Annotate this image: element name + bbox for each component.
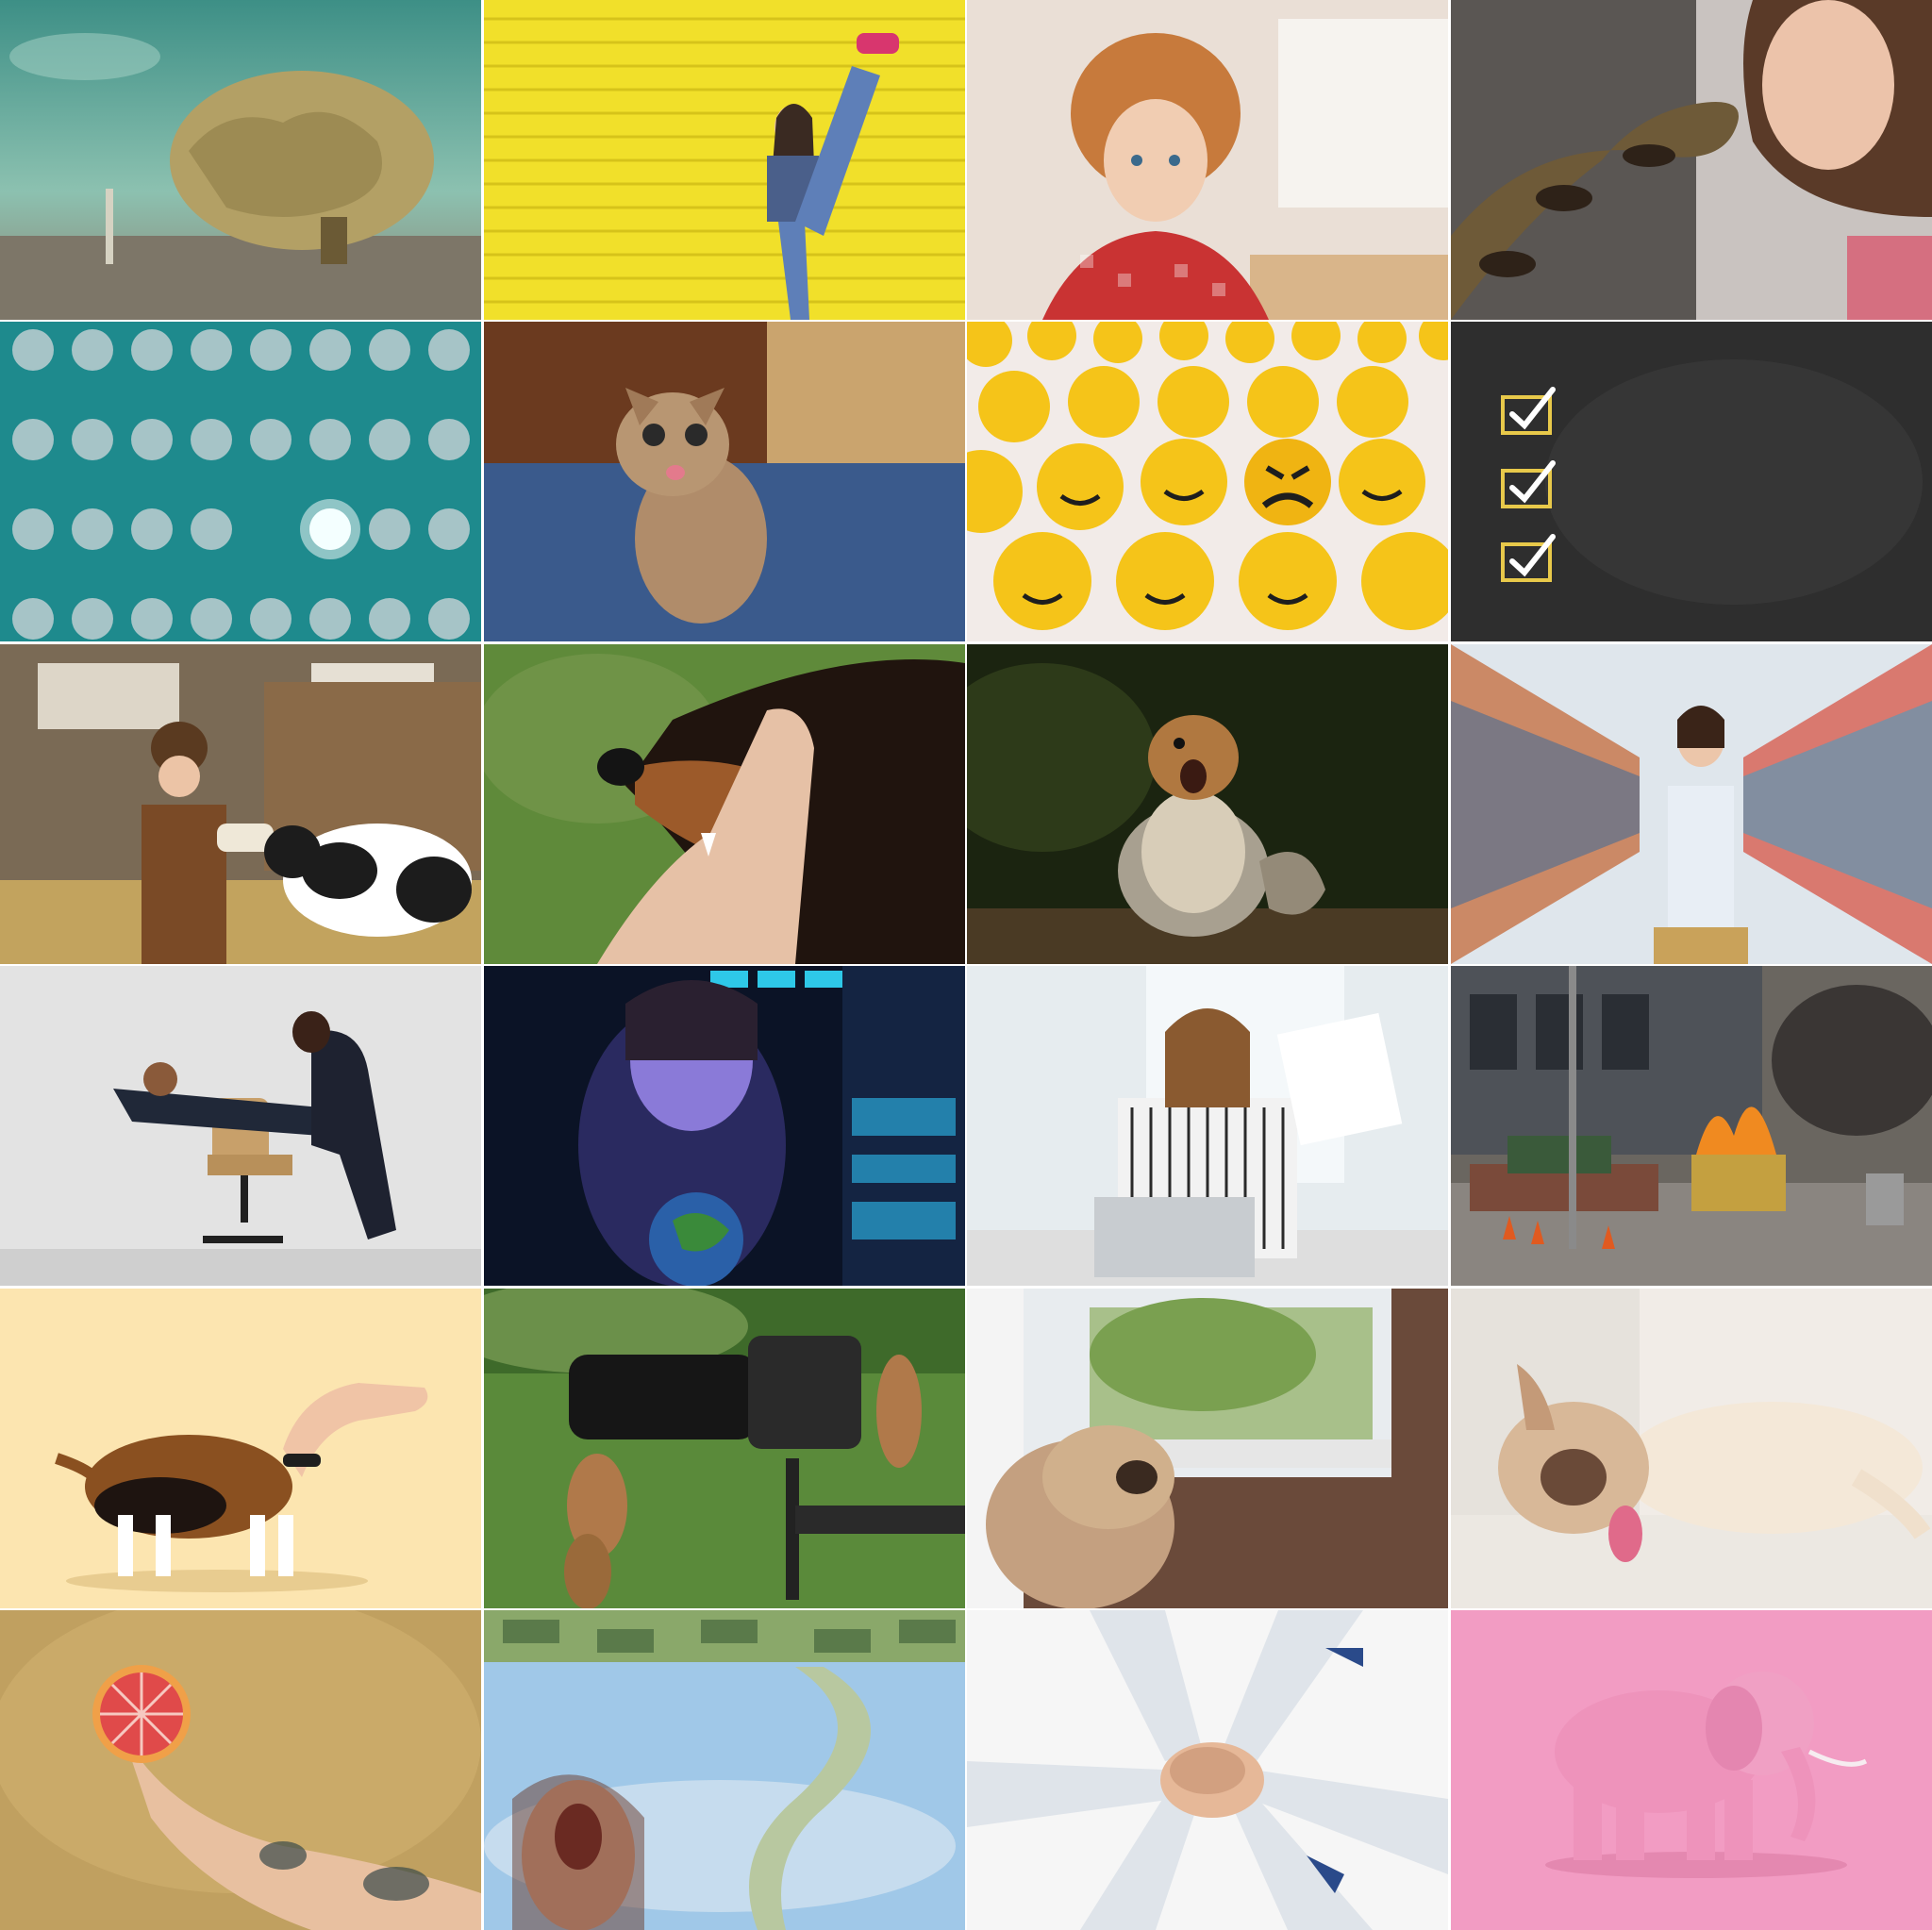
tile-pink-elephant xyxy=(1450,1609,1932,1930)
tile-dog-biting-thumb xyxy=(483,643,965,964)
tile-child-calf xyxy=(0,643,481,964)
tile-surprised-kitten xyxy=(483,322,965,642)
curly-child-photo xyxy=(967,0,1449,320)
emoji-balls-photo xyxy=(967,322,1449,642)
tile-supermarket-rush xyxy=(1450,643,1932,964)
tile-team-hands xyxy=(967,1609,1449,1930)
tile-shouting-squirrel xyxy=(967,643,1449,964)
girl-kick-photo xyxy=(483,0,965,320)
woman-python-photo xyxy=(1450,0,1932,320)
tile-beagle-hand xyxy=(0,1288,481,1608)
child-calf-photo xyxy=(0,643,481,964)
meditating-photo xyxy=(967,966,1449,1287)
tile-woman-python xyxy=(1450,0,1932,320)
tile-girl-kick-yellow xyxy=(483,0,965,320)
supermarket-photo xyxy=(1450,643,1932,964)
tile-meditating-office xyxy=(967,966,1449,1287)
tile-pug-window xyxy=(967,1288,1449,1608)
businessmen-photo xyxy=(0,966,481,1287)
photo-collage-grid xyxy=(0,0,1932,1930)
grapefruit-photo xyxy=(0,1609,481,1930)
tile-hand-grapefruit xyxy=(0,1609,481,1930)
tile-lightbulbs xyxy=(0,322,481,642)
dog-thumb-photo xyxy=(483,643,965,964)
bulldog-photo xyxy=(1450,1288,1932,1608)
chalkboard-photo xyxy=(1450,322,1932,642)
kitten-photo xyxy=(483,322,965,642)
tile-giant-brain xyxy=(0,0,481,320)
pink-elephant-photo xyxy=(1450,1609,1932,1930)
tile-emoji-balls xyxy=(967,322,1449,642)
tile-businessmen-chair xyxy=(0,966,481,1287)
squirrel-photo xyxy=(967,643,1449,964)
tile-money-tornado xyxy=(483,1609,965,1930)
data-screens-photo xyxy=(483,966,965,1287)
pug-window-photo xyxy=(967,1288,1449,1608)
tile-sleeping-bulldog xyxy=(1450,1288,1932,1608)
beagle-photo xyxy=(0,1288,481,1608)
dumpster-photo xyxy=(1450,966,1932,1287)
tile-curly-child xyxy=(967,0,1449,320)
tile-chalkboard-checks xyxy=(1450,322,1932,642)
tile-squirrels-camera xyxy=(483,1288,965,1608)
squirrels-camera-photo xyxy=(483,1288,965,1608)
lightbulbs-photo xyxy=(0,322,481,642)
team-hands-photo xyxy=(967,1609,1449,1930)
tile-burning-dumpster xyxy=(1450,966,1932,1287)
tile-woman-data-screens xyxy=(483,966,965,1287)
money-tornado-photo xyxy=(483,1609,965,1930)
giant-brain-photo xyxy=(0,0,481,320)
